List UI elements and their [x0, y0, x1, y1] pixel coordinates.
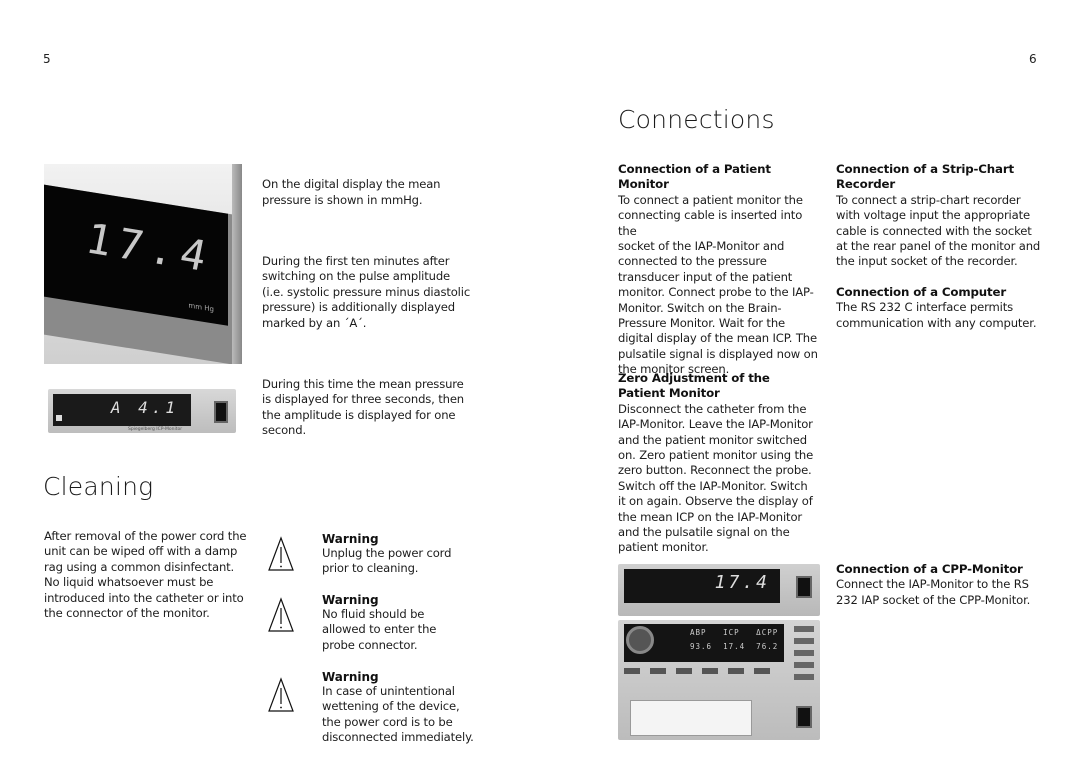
power-switch [796, 576, 812, 598]
rotary-knob [626, 626, 654, 654]
monitor-button [56, 415, 62, 421]
cpp-monitor-labels: ABP ICP ΔCPP [690, 628, 779, 637]
iap-monitor-unit: 17.4 [618, 564, 820, 616]
warning-body: No fluid should be allowed to enter the … [322, 607, 437, 652]
section-strip-chart: Connection of a Strip-Chart Recorder To … [836, 162, 1056, 270]
warning-text-2: Warning No fluid should be allowed to en… [322, 593, 482, 653]
intro-paragraph: During the first ten minutes after switc… [262, 254, 471, 330]
combined-monitors-photo: 17.4 ABP ICP ΔCPP 93.6 17.4 76.2 [616, 562, 822, 742]
cpp-monitor-values: 93.6 17.4 76.2 [690, 642, 779, 651]
section-heading: Connection of a Strip-Chart Recorder [836, 162, 1015, 192]
cleaning-title: Cleaning [43, 472, 154, 501]
iap-monitor-reading: 17.4 [714, 572, 770, 593]
warning-text-1: Warning Unplug the power cord prior to c… [322, 532, 482, 577]
cpp-monitor-unit: ABP ICP ΔCPP 93.6 17.4 76.2 [618, 620, 820, 740]
power-switch [796, 706, 812, 728]
warning-triangle-icon [268, 536, 294, 571]
section-heading: Connection of a CPP-Monitor [836, 562, 1023, 576]
button-row [624, 668, 774, 674]
cleaning-body: After removal of the power cord the unit… [44, 529, 247, 621]
section-heading: Connection of a Computer [836, 285, 1007, 299]
section-body: To connect a patient monitor the connect… [618, 192, 818, 377]
monitor-front-photo: A 4.1 Spiegelberg ICP-Monitor [44, 385, 240, 441]
page-number-right: 6 [1029, 52, 1037, 66]
display-reading: 17.4 [86, 213, 212, 283]
warning-title: Warning [322, 670, 379, 684]
section-body: The RS 232 C interface permits communica… [836, 300, 1037, 330]
section-body: Connect the IAP-Monitor to the RS 232 IA… [836, 577, 1031, 607]
section-body: To connect a strip-chart recorder with v… [836, 192, 1041, 269]
monitor-screen: A 4.1 [53, 394, 191, 426]
section-computer: Connection of a Computer The RS 232 C in… [836, 285, 1056, 331]
warning-body: In case of unintentional wettening of th… [322, 684, 474, 745]
monitor-case: A 4.1 Spiegelberg ICP-Monitor [48, 389, 236, 433]
section-heading: Zero Adjustment of the Patient Monitor [618, 371, 770, 401]
monitor-reading: A 4.1 [110, 398, 179, 417]
warning-title: Warning [322, 593, 379, 607]
section-heading: Connection of a Patient Monitor [618, 162, 771, 192]
display-screen: 17.4 mm Hg [44, 184, 228, 326]
section-cpp-monitor: Connection of a CPP-Monitor Connect the … [836, 562, 1056, 608]
warning-title: Warning [322, 532, 379, 546]
display-unit: mm Hg [188, 301, 214, 314]
connections-title: Connections [618, 105, 775, 134]
monitor-brand-label: Spiegelberg ICP-Monitor [128, 427, 183, 432]
intro-paragraph: During this time the mean pressure is di… [262, 376, 465, 438]
iap-monitor-screen: 17.4 [624, 569, 780, 603]
intro-text: On the digital display the mean pressure… [262, 162, 482, 454]
strip-chart-paper [630, 700, 752, 736]
warning-body: Unplug the power cord prior to cleaning. [322, 546, 452, 576]
warning-block [268, 677, 294, 716]
section-body: Disconnect the catheter from the IAP-Mon… [618, 401, 814, 555]
display-bezel: 17.4 mm Hg [44, 184, 236, 364]
warning-block [268, 536, 294, 575]
section-patient-monitor: Connection of a Patient Monitor To conne… [618, 162, 823, 378]
warning-text-3: Warning In case of unintentional wetteni… [322, 670, 492, 746]
power-switch [214, 401, 228, 423]
warning-triangle-icon [268, 597, 294, 632]
display-case-edge [232, 164, 242, 364]
warning-block [268, 597, 294, 636]
display-closeup-photo: 17.4 mm Hg [44, 164, 242, 364]
intro-paragraph: On the digital display the mean pressure… [262, 177, 441, 207]
side-buttons [794, 626, 814, 686]
section-zero-adjustment: Zero Adjustment of the Patient Monitor D… [618, 371, 823, 556]
warning-triangle-icon [268, 677, 294, 712]
page-number-left: 5 [43, 52, 51, 66]
